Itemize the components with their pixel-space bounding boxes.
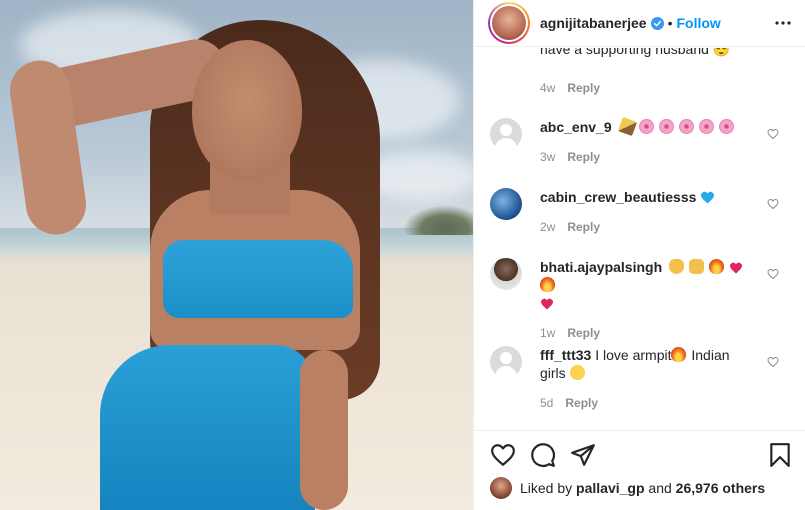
comment-item: cabin_crew_beautiesss 2w Reply [490,188,787,234]
comment-text: have a supporting husband 😌 [540,48,731,57]
emoji-ok-hand [669,259,685,274]
comment-time: 5d [540,396,554,410]
emoji-red-heart [729,262,742,274]
post-header: agnijitabanerjee • Follow [474,0,805,47]
like-comment-heart-icon[interactable] [767,268,779,280]
emoji-cherry-blossom [659,119,675,134]
likes-and: and [648,480,672,496]
comment-text: I love armpit [591,347,672,363]
reply-button[interactable]: Reply [567,150,600,164]
comment-time: 1w [540,326,556,340]
like-comment-heart-icon[interactable] [767,356,779,368]
post-actions [490,440,793,470]
follow-button[interactable]: Follow [677,15,721,31]
reply-button[interactable]: Reply [567,326,600,340]
comment-item: fff_ttt33 I love armpit Indian girls 5d … [490,346,787,410]
emoji-party-popper [617,116,637,137]
author-username[interactable]: agnijitabanerjee [540,15,647,31]
comment-username[interactable]: abc_env_9 [540,119,612,135]
reply-button[interactable]: Reply [567,220,600,234]
save-bookmark-icon[interactable] [767,442,793,468]
divider [474,430,805,431]
emoji-fire [671,347,687,362]
default-avatar-icon[interactable] [490,346,522,378]
emoji-blue-heart [701,191,715,204]
like-comment-heart-icon[interactable] [767,198,779,210]
comment-time: 2w [540,220,556,234]
emoji-heart-eyes [569,365,585,380]
comment-username[interactable]: fff_ttt33 [540,347,591,363]
liker-username[interactable]: pallavi_gp [576,480,644,496]
comment-time: 3w [540,150,556,164]
comment-time: 4w [540,81,556,95]
emoji-red-heart [541,298,553,310]
comment-username[interactable]: cabin_crew_beautiesss [540,189,696,205]
comment-item: abc_env_9 3w Reply [490,116,787,164]
instagram-post: agnijitabanerjee • Follow have a support… [0,0,805,510]
likes-count[interactable]: 26,976 others [676,480,766,496]
author-avatar[interactable] [488,2,530,44]
liker-avatar[interactable] [490,477,512,499]
like-heart-icon[interactable] [490,442,516,468]
emoji-cherry-blossom [699,119,715,134]
emoji-cherry-blossom [679,119,695,134]
commenter-avatar[interactable] [490,258,522,290]
comment-username[interactable]: bhati.ajaypalsingh [540,259,662,275]
likes-summary: Liked by pallavi_gp and 26,976 others [490,477,793,499]
comment-partial: have a supporting husband 😌 4w Reply [540,48,785,95]
like-comment-heart-icon[interactable] [767,128,779,140]
comment-bubble-icon[interactable] [530,442,556,468]
comment-item: bhati.ajaypalsingh 1w Reply [490,258,787,340]
share-send-icon[interactable] [570,442,596,468]
more-options-icon[interactable] [773,13,793,33]
reply-button[interactable]: Reply [567,81,600,95]
emoji-cherry-blossom [718,119,734,134]
default-avatar-icon[interactable] [490,118,522,150]
emoji-fire [540,277,555,292]
emoji-fire [708,259,724,274]
post-side-panel: agnijitabanerjee • Follow have a support… [473,0,805,510]
comments-list[interactable]: have a supporting husband 😌 4w Reply abc… [474,48,805,430]
reply-button[interactable]: Reply [565,396,598,410]
verified-badge-icon [650,16,664,30]
separator-dot: • [667,15,673,31]
post-photo[interactable] [0,0,473,510]
emoji-thumbs-up [688,259,704,274]
likes-prefix: Liked by [520,480,573,496]
emoji-cherry-blossom [639,119,655,134]
commenter-avatar[interactable] [490,188,522,220]
